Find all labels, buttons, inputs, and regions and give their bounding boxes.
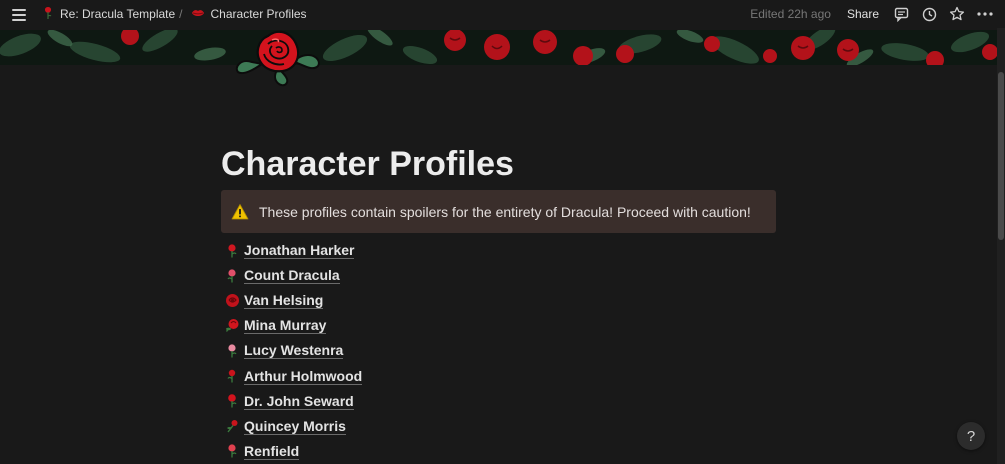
edited-timestamp: Edited 22h ago [750, 7, 831, 21]
rose-stem-icon [224, 268, 240, 284]
character-link-van-helsing[interactable]: Van Helsing [244, 292, 324, 310]
breadcrumb: Re: Dracula Template / Character Profile… [42, 6, 307, 23]
history-icon[interactable] [921, 6, 937, 22]
character-link-lucy-westenra[interactable]: Lucy Westenra [244, 342, 344, 360]
share-button[interactable]: Share [847, 7, 879, 21]
rose-stem-icon [224, 393, 240, 409]
rose-bloom-icon [224, 293, 240, 309]
page-rose-icon[interactable] [232, 28, 324, 88]
list-item: Count Dracula [224, 263, 362, 288]
character-link-count-dracula[interactable]: Count Dracula [244, 267, 340, 285]
rose-stem-icon [224, 243, 240, 259]
character-link-arthur-holmwood[interactable]: Arthur Holmwood [244, 368, 363, 385]
rose-stem-icon [224, 418, 240, 434]
page-title[interactable]: Character Profiles [221, 144, 514, 184]
list-item: Jonathan Harker [224, 238, 362, 263]
comment-icon[interactable] [893, 6, 909, 22]
rose-stem-icon [224, 343, 240, 359]
more-icon[interactable] [977, 6, 993, 22]
top-bar: Re: Dracula Template / Character Profile… [0, 0, 1005, 28]
callout-text[interactable]: These profiles contain spoilers for the … [259, 204, 751, 220]
list-item: Arthur Holmwood [224, 363, 363, 388]
rose-bloom-icon [224, 318, 240, 334]
rose-stem-icon [224, 443, 240, 459]
list-item: Quincey Morris [224, 414, 362, 439]
character-list: Jonathan Harker Count Dracula Van Helsin… [224, 238, 363, 464]
breadcrumb-parent[interactable]: Re: Dracula Template [60, 7, 175, 21]
list-item: Lucy Westenra [224, 338, 362, 363]
warning-icon [231, 203, 249, 221]
breadcrumb-separator: / [179, 7, 183, 21]
spoiler-callout: These profiles contain spoilers for the … [221, 190, 776, 233]
cover-image [0, 30, 997, 65]
character-link-mina-murray[interactable]: Mina Murray [244, 317, 327, 335]
scrollbar-thumb[interactable] [998, 72, 1004, 240]
rose-stem-icon [224, 368, 240, 384]
list-item: Van Helsing [224, 288, 362, 313]
breadcrumb-current[interactable]: Character Profiles [211, 7, 307, 21]
help-button[interactable]: ? [957, 422, 985, 450]
rose-icon [42, 6, 54, 23]
lips-icon [191, 7, 205, 21]
star-icon[interactable] [949, 6, 965, 22]
character-link-quincey-morris[interactable]: Quincey Morris [244, 418, 346, 435]
list-item: Mina Murray [224, 313, 362, 338]
menu-icon[interactable] [12, 8, 28, 21]
character-link-jonathan-harker[interactable]: Jonathan Harker [244, 242, 355, 260]
character-link-dr-john-seward[interactable]: Dr. John Seward [244, 393, 354, 410]
list-item: Renfield [224, 439, 362, 464]
list-item: Dr. John Seward [224, 389, 362, 414]
character-link-renfield[interactable]: Renfield [244, 443, 300, 460]
